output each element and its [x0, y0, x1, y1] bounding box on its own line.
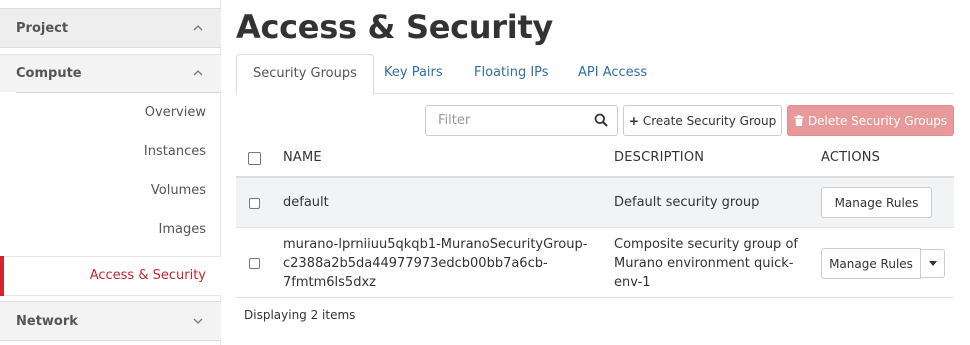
row-name-line: murano-lprniiuu5qkqb1-MuranoSecurityGrou… [283, 237, 588, 252]
sidebar-item-label: Instances [143, 144, 206, 159]
actions-dropdown-toggle[interactable] [920, 249, 945, 278]
row-name-line: c2388a2b5da44977973edcb00bb7a6cb- [283, 256, 548, 271]
row-name-line: 7fmtm6ls5dxz [283, 275, 376, 290]
tab-key-pairs[interactable]: Key Pairs [368, 54, 459, 94]
row-description-line: env-1 [614, 275, 651, 290]
sidebar-section-compute[interactable]: Compute [0, 54, 221, 92]
sidebar-section-network[interactable]: Network [0, 301, 221, 341]
tab-api-access[interactable]: API Access [562, 54, 663, 94]
sidebar-section-project[interactable]: Project [0, 8, 221, 48]
column-header-description: DESCRIPTION [614, 150, 705, 165]
tab-label: Floating IPs [474, 65, 549, 80]
sidebar: Project Compute Overview Instances Volum… [0, 0, 221, 345]
row-description: Composite security group of Murano envir… [614, 235, 809, 292]
button-label: Delete Security Groups [807, 113, 948, 128]
chevron-up-icon [193, 23, 203, 34]
filter-input[interactable] [426, 106, 586, 135]
chevron-up-icon [193, 68, 203, 79]
chevron-down-icon [193, 316, 203, 327]
sidebar-item-access-security[interactable]: Access & Security [0, 256, 221, 296]
column-header-actions: ACTIONS [821, 150, 881, 165]
tab-label: API Access [578, 65, 648, 80]
create-security-group-button[interactable]: + Create Security Group [623, 105, 782, 136]
manage-rules-button[interactable]: Manage Rules [821, 248, 921, 279]
search-icon[interactable] [594, 113, 608, 127]
sidebar-item-volumes[interactable]: Volumes [16, 171, 221, 210]
row-checkbox[interactable] [249, 198, 260, 209]
row-name: default [283, 195, 329, 210]
sidebar-compute-list: Overview Instances Volumes Images [16, 92, 221, 249]
sidebar-item-overview[interactable]: Overview [16, 93, 221, 132]
caret-down-icon [928, 261, 937, 266]
delete-security-groups-button[interactable]: Delete Security Groups [787, 105, 954, 136]
select-all-checkbox[interactable] [248, 152, 261, 165]
filter-field [425, 105, 618, 136]
sidebar-item-images[interactable]: Images [16, 210, 221, 249]
table-footer-count: Displaying 2 items [244, 308, 356, 322]
sidebar-item-instances[interactable]: Instances [16, 132, 221, 171]
sidebar-item-label: Overview [144, 105, 206, 120]
plus-icon: + [628, 113, 639, 128]
page-title: Access & Security [236, 8, 553, 46]
tab-label: Key Pairs [384, 65, 443, 80]
sidebar-section-label: Network [16, 313, 78, 329]
row-description-line: Murano environment quick- [614, 256, 794, 271]
trash-icon [794, 115, 804, 126]
row-checkbox[interactable] [249, 258, 260, 269]
button-label: Create Security Group [642, 113, 777, 128]
table-row: murano-lprniiuu5qkqb1-MuranoSecurityGrou… [236, 228, 954, 298]
sidebar-section-label: Project [16, 20, 69, 36]
row-description: Default security group [614, 195, 760, 210]
tab-bar: Security Groups Key Pairs Floating IPs A… [236, 54, 954, 95]
button-label: Manage Rules [834, 195, 919, 210]
sidebar-item-label: Volumes [150, 183, 206, 198]
sidebar-section-label: Compute [16, 66, 82, 81]
button-label: Manage Rules [829, 256, 913, 271]
column-header-name: NAME [283, 150, 322, 165]
sidebar-item-label: Access & Security [89, 268, 206, 283]
row-name: murano-lprniiuu5qkqb1-MuranoSecurityGrou… [283, 235, 603, 292]
tab-label: Security Groups [253, 66, 357, 81]
manage-rules-button[interactable]: Manage Rules [821, 187, 932, 218]
row-description-line: Composite security group of [614, 237, 798, 252]
tab-security-groups[interactable]: Security Groups [236, 54, 374, 95]
tab-floating-ips[interactable]: Floating IPs [458, 54, 565, 94]
sidebar-item-label: Images [158, 222, 207, 237]
table-header: NAME DESCRIPTION ACTIONS [236, 140, 954, 178]
table-row: default Default security group Manage Ru… [236, 178, 954, 228]
